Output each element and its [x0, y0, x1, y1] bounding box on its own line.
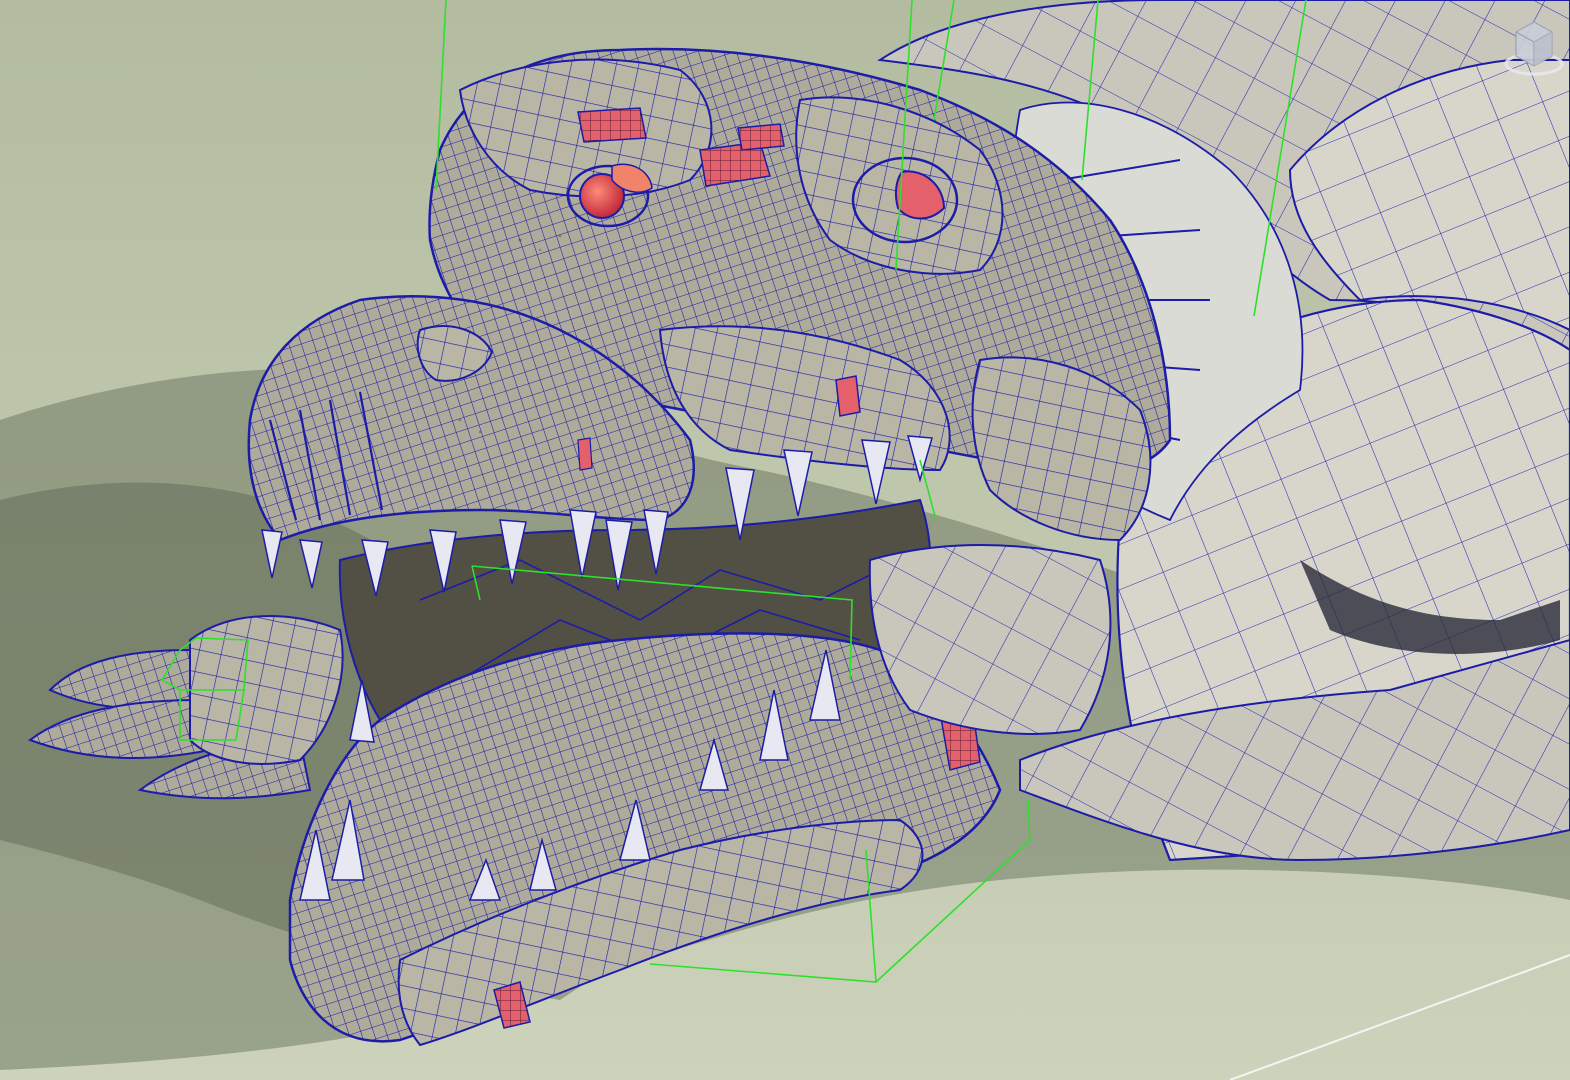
floor-grid-line: [1229, 954, 1570, 1080]
red-slot-cheek-a: [835, 375, 861, 417]
view-cube[interactable]: [1502, 8, 1566, 80]
scene-canvas[interactable]: [0, 0, 1570, 1080]
red-slot-cheek-b: [577, 437, 593, 471]
3d-viewport[interactable]: [0, 0, 1570, 1080]
neck-plate-a: [868, 544, 1112, 735]
red-panel-top: [737, 123, 785, 151]
view-cube-icon: [1504, 21, 1564, 76]
red-panel-left: [577, 107, 647, 143]
